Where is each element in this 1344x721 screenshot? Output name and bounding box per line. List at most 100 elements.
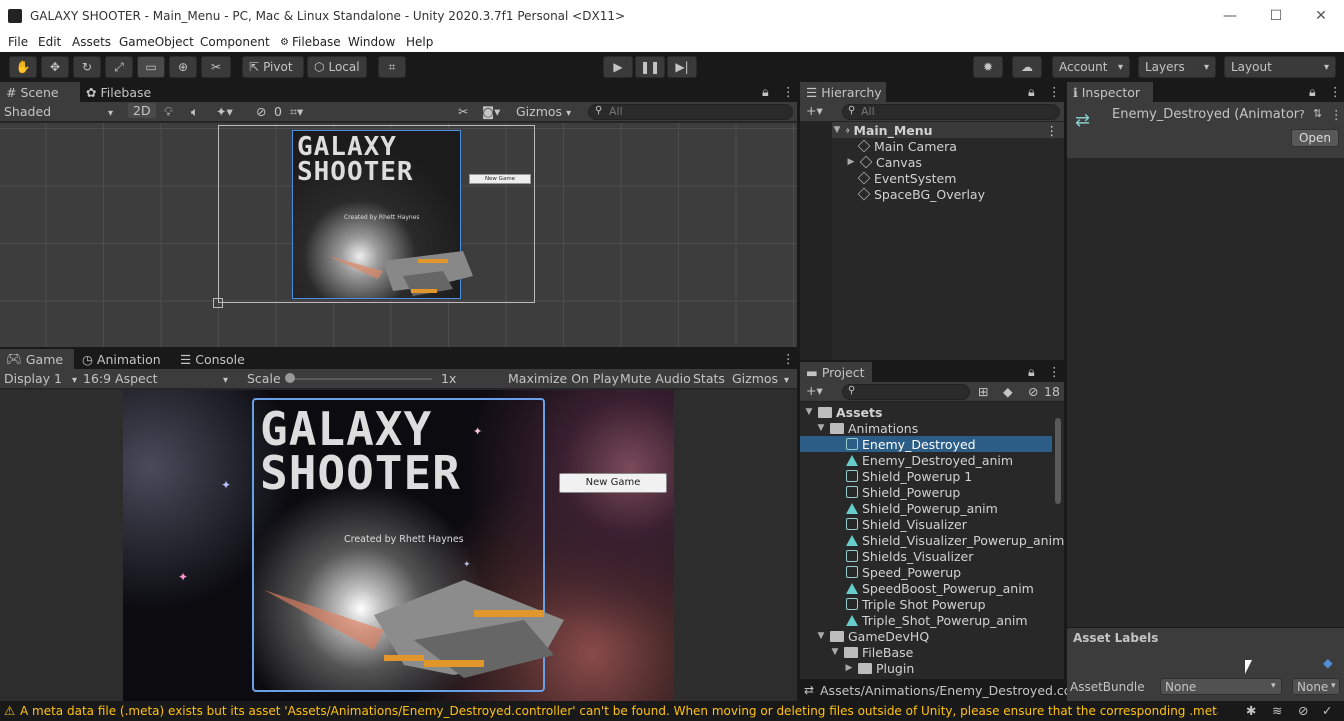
menu-edit[interactable]: Edit [38, 35, 61, 49]
aspect-dropdown[interactable]: 16:9 Aspect ▾ [83, 371, 228, 386]
scale-slider-handle[interactable] [285, 373, 295, 383]
step-button[interactable]: ▶| [667, 56, 697, 78]
scene-new-game-button[interactable]: New Game [469, 174, 531, 184]
filebase-folder-row[interactable]: ▼ FileBase [830, 644, 914, 660]
display-dropdown[interactable]: Display 1 ▾ [4, 371, 77, 386]
hand-tool-icon[interactable]: ✋ [9, 56, 37, 78]
move-tool-icon[interactable]: ✥ [41, 56, 69, 78]
mute-audio-toggle[interactable]: Mute Audio [620, 371, 691, 386]
anchor-handle[interactable] [213, 298, 223, 308]
more-options-icon[interactable]: ⋮ [782, 84, 795, 99]
play-button[interactable]: ▶ [603, 56, 633, 78]
auto-generate-icon[interactable]: ⊘ [1298, 703, 1308, 718]
project-asset-item[interactable]: Enemy_Destroyed [800, 436, 1052, 452]
layers-dropdown[interactable]: Layers [1138, 56, 1216, 78]
lighting-icon[interactable]: 💡︎ [164, 104, 173, 120]
scene-viewport[interactable]: GALAXY SHOOTER Created by Rhett Haynes N… [0, 123, 797, 347]
grid-snap-icon[interactable]: ⌗ [378, 56, 406, 78]
label-tag-icon[interactable]: ◆ [1323, 655, 1333, 670]
game-more-options-icon[interactable]: ⋮ [782, 351, 795, 366]
asset-bundle-dropdown[interactable]: None ▾ [1160, 678, 1282, 695]
local-toggle[interactable]: ⬡ Local [307, 56, 367, 78]
hierarchy-lock-icon[interactable]: 🔒︎ [1028, 84, 1035, 100]
project-search-input[interactable]: ⚲ [842, 384, 970, 400]
camera-icon[interactable]: ◙▾ [482, 104, 500, 119]
menu-help[interactable]: Help [406, 35, 433, 49]
animations-folder-row[interactable]: ▼ Animations [816, 420, 919, 436]
project-asset-item[interactable]: Triple_Shot_Powerup_anim [800, 612, 1052, 628]
maximize-on-play-toggle[interactable]: Maximize On Play [508, 371, 619, 386]
menu-window[interactable]: Window [348, 35, 395, 49]
hierarchy-search-input[interactable]: ⚲ All [842, 104, 1060, 120]
tab-filebase[interactable]: ✿ Filebase [80, 82, 157, 102]
project-add-button[interactable]: +▾ [806, 383, 823, 398]
tab-console[interactable]: ☰ Console [174, 349, 251, 369]
transform-tool-icon[interactable]: ⊕ [169, 56, 197, 78]
preset-icon[interactable]: ⇅ [1313, 107, 1322, 120]
project-asset-item[interactable]: Shield_Visualizer_Powerup_anim [800, 532, 1064, 548]
game-gizmos-dropdown[interactable]: Gizmos [732, 371, 789, 386]
minimize-button[interactable]: — [1220, 8, 1240, 24]
open-button[interactable]: Open [1291, 129, 1339, 147]
tab-game[interactable]: 🎮︎ Game [0, 349, 74, 369]
menu-assets[interactable]: Assets [72, 35, 111, 49]
pause-button[interactable]: ❚❚ [635, 56, 665, 78]
stats-toggle[interactable]: Stats [693, 371, 725, 386]
gamedevhq-folder-row[interactable]: ▼ GameDevHQ [816, 628, 930, 644]
project-asset-item[interactable]: Shields_Visualizer [800, 548, 1052, 564]
rect-tool-icon[interactable]: ▭ [137, 56, 165, 78]
rotate-tool-icon[interactable]: ↻ [73, 56, 101, 78]
menu-file[interactable]: File [8, 35, 28, 49]
asset-variant-dropdown[interactable]: None ▾ [1292, 678, 1340, 695]
database-icon[interactable]: ≋ [1272, 703, 1282, 718]
project-asset-item[interactable]: Triple Shot Powerup [800, 596, 1052, 612]
filter-by-type-icon[interactable]: ⊞ [978, 384, 988, 399]
game-viewport[interactable]: ✦ ✦ ✦ ✦ GALAXY SHOOTER Created by Rhett … [0, 390, 797, 701]
status-message[interactable]: A meta data file (.meta) exists but its … [20, 704, 1218, 718]
grid-icon[interactable]: ⌗▾ [290, 104, 303, 120]
tools-icon[interactable]: ✂ [458, 104, 468, 119]
tab-scene[interactable]: # Scene [0, 82, 80, 102]
hierarchy-item-main-camera[interactable]: Main Camera [857, 138, 957, 154]
cloud-icon[interactable]: ☁ [1012, 56, 1042, 78]
project-more-icon[interactable]: ⋮ [1048, 364, 1061, 379]
lock-icon[interactable]: 🔒︎ [762, 84, 769, 100]
gizmos-dropdown[interactable]: Gizmos [516, 104, 571, 119]
game-new-game-button[interactable]: New Game [559, 473, 667, 493]
filter-by-label-icon[interactable]: ◆ [1003, 384, 1013, 399]
header-more-icon[interactable]: ⋮ [1330, 107, 1343, 122]
maximize-button[interactable]: ☐ [1266, 8, 1286, 24]
tab-project[interactable]: ▬ Project [800, 362, 872, 382]
debug-icon[interactable]: ✱ [1246, 703, 1256, 718]
project-asset-item[interactable]: Shield_Powerup_anim [800, 500, 1052, 516]
menu-component[interactable]: Component [200, 35, 270, 49]
collab-icon[interactable]: ✹ [973, 56, 1003, 78]
project-asset-item[interactable]: Shield_Visualizer [800, 516, 1052, 532]
inspector-more-icon[interactable]: ⋮ [1329, 84, 1342, 99]
scale-tool-icon[interactable]: ⤢ [105, 56, 133, 78]
menu-filebase[interactable]: Filebase [292, 35, 341, 49]
menu-gameobject[interactable]: GameObject [119, 35, 194, 49]
scene-search-input[interactable]: ⚲ All [588, 104, 793, 120]
hierarchy-item-canvas[interactable]: ▶ Canvas [846, 154, 922, 170]
project-scrollbar[interactable] [1055, 418, 1061, 504]
layout-dropdown[interactable]: Layout [1224, 56, 1336, 78]
scale-slider-track[interactable] [290, 378, 432, 380]
scene-root-row[interactable]: ▼ ⬫ Main_Menu ⋮ [832, 122, 1064, 138]
project-asset-item[interactable]: Enemy_Destroyed_anim [800, 452, 1052, 468]
hierarchy-item-eventsystem[interactable]: EventSystem [857, 170, 956, 186]
tab-inspector[interactable]: ℹ Inspector [1067, 82, 1153, 102]
effects-icon[interactable]: ✦▾ [216, 104, 233, 119]
project-asset-item[interactable]: Speed_Powerup [800, 564, 1052, 580]
tab-hierarchy[interactable]: ☰ Hierarchy [800, 82, 886, 102]
project-asset-item[interactable]: Shield_Powerup 1 [800, 468, 1052, 484]
project-lock-icon[interactable]: 🔒︎ [1028, 364, 1035, 380]
audio-icon[interactable]: 🔈︎ [191, 104, 199, 120]
custom-tool-icon[interactable]: ✂ [201, 56, 231, 78]
project-asset-item[interactable]: Shield_Powerup [800, 484, 1052, 500]
hierarchy-add-button[interactable]: +▾ [806, 103, 823, 118]
hidden-objects-icon[interactable]: ⊘ [256, 104, 266, 119]
hierarchy-more-icon[interactable]: ⋮ [1048, 84, 1061, 99]
assets-folder-row[interactable]: ▼ Assets [804, 404, 883, 420]
hierarchy-item-spacebg[interactable]: SpaceBG_Overlay [857, 186, 985, 202]
